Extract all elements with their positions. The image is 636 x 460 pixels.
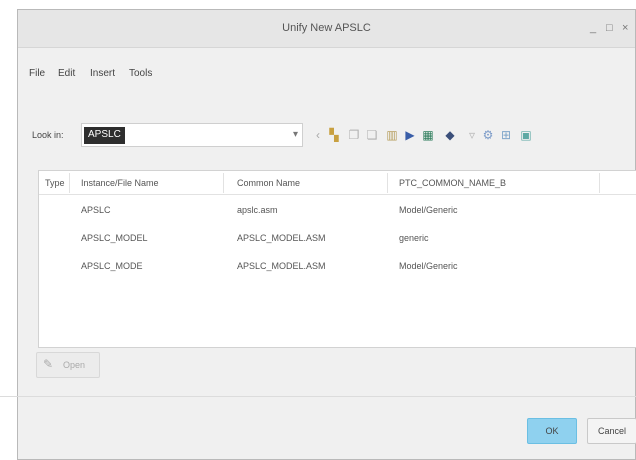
column-instance-file-name[interactable]: Instance/File Name xyxy=(81,178,159,188)
cancel-button[interactable]: Cancel xyxy=(587,418,636,444)
title-bar: Unify New APSLC _ □ × xyxy=(18,10,635,48)
table-row[interactable]: APSLC_MODE APSLC_MODEL.ASM Model/Generic xyxy=(39,253,636,281)
toolbar: Look in: APSLC ▾ ‹ ▚ ❐ ❏ ▥ ▶ ▦ ◆ ▿ ⚙ ⊞ ▣ xyxy=(18,122,635,152)
look-in-value: APSLC xyxy=(84,127,125,144)
back-icon[interactable]: ‹ xyxy=(310,126,326,144)
assembly-icon[interactable]: ▶ xyxy=(402,126,418,144)
column-divider[interactable] xyxy=(599,173,600,193)
cell-ptc-common-name: generic xyxy=(399,233,429,243)
column-divider[interactable] xyxy=(69,173,70,193)
ok-button-label: OK xyxy=(545,426,559,436)
cancel-button-label: Cancel xyxy=(597,426,626,436)
tag-icon[interactable]: ▣ xyxy=(518,126,534,144)
menu-insert[interactable]: Insert xyxy=(90,68,115,79)
binoculars-icon[interactable]: ◆ xyxy=(442,126,458,144)
menu-file[interactable]: File xyxy=(29,68,45,79)
column-divider[interactable] xyxy=(387,173,388,193)
filter-icon[interactable]: ▿ xyxy=(464,126,480,144)
cell-ptc-common-name: Model/Generic xyxy=(399,205,458,215)
file-list: Type Instance/File Name Common Name PTC_… xyxy=(38,170,636,348)
part-icon[interactable]: ▥ xyxy=(384,126,400,144)
minimize-icon[interactable]: _ xyxy=(590,22,596,34)
cell-common-name: apslc.asm xyxy=(237,205,278,215)
settings-icon[interactable]: ⚙ xyxy=(480,126,496,144)
cell-instance-name: APSLC_MODE xyxy=(81,261,143,271)
paste-icon[interactable]: ❏ xyxy=(364,126,380,144)
menu-tools[interactable]: Tools xyxy=(129,68,152,79)
dialog-window: Unify New APSLC _ □ × File Edit Insert T… xyxy=(17,9,636,460)
column-ptc-common-name[interactable]: PTC_COMMON_NAME_B xyxy=(399,178,506,188)
cell-common-name: APSLC_MODEL.ASM xyxy=(237,261,326,271)
ok-button[interactable]: OK xyxy=(527,418,577,444)
cell-instance-name: APSLC xyxy=(81,205,111,215)
window-title: Unify New APSLC xyxy=(282,22,371,34)
cell-ptc-common-name: Model/Generic xyxy=(399,261,458,271)
column-divider[interactable] xyxy=(223,173,224,193)
look-in-label: Look in: xyxy=(32,130,64,140)
copy-icon[interactable]: ❐ xyxy=(346,126,362,144)
table-row[interactable]: APSLC apslc.asm Model/Generic xyxy=(39,197,636,225)
folder-up-icon[interactable]: ▚ xyxy=(326,126,342,144)
menu-bar: File Edit Insert Tools xyxy=(18,68,635,86)
list-header: Type Instance/File Name Common Name PTC_… xyxy=(39,171,636,195)
open-button[interactable]: ✎ Open xyxy=(36,352,100,378)
open-button-label: Open xyxy=(63,360,86,370)
column-common-name[interactable]: Common Name xyxy=(237,178,300,188)
maximize-icon[interactable]: □ xyxy=(606,22,613,34)
menu-edit[interactable]: Edit xyxy=(58,68,75,79)
column-type[interactable]: Type xyxy=(45,178,65,188)
chevron-down-icon[interactable]: ▾ xyxy=(293,129,298,140)
look-in-combobox[interactable]: APSLC ▾ xyxy=(81,123,303,147)
cell-common-name: APSLC_MODEL.ASM xyxy=(237,233,326,243)
close-icon[interactable]: × xyxy=(622,22,628,34)
divider xyxy=(0,396,636,397)
tree-icon[interactable]: ⊞ xyxy=(498,126,514,144)
cell-instance-name: APSLC_MODEL xyxy=(81,233,148,243)
drawing-icon[interactable]: ▦ xyxy=(420,126,436,144)
table-row[interactable]: APSLC_MODEL APSLC_MODEL.ASM generic xyxy=(39,225,636,253)
open-icon: ✎ xyxy=(43,357,54,371)
